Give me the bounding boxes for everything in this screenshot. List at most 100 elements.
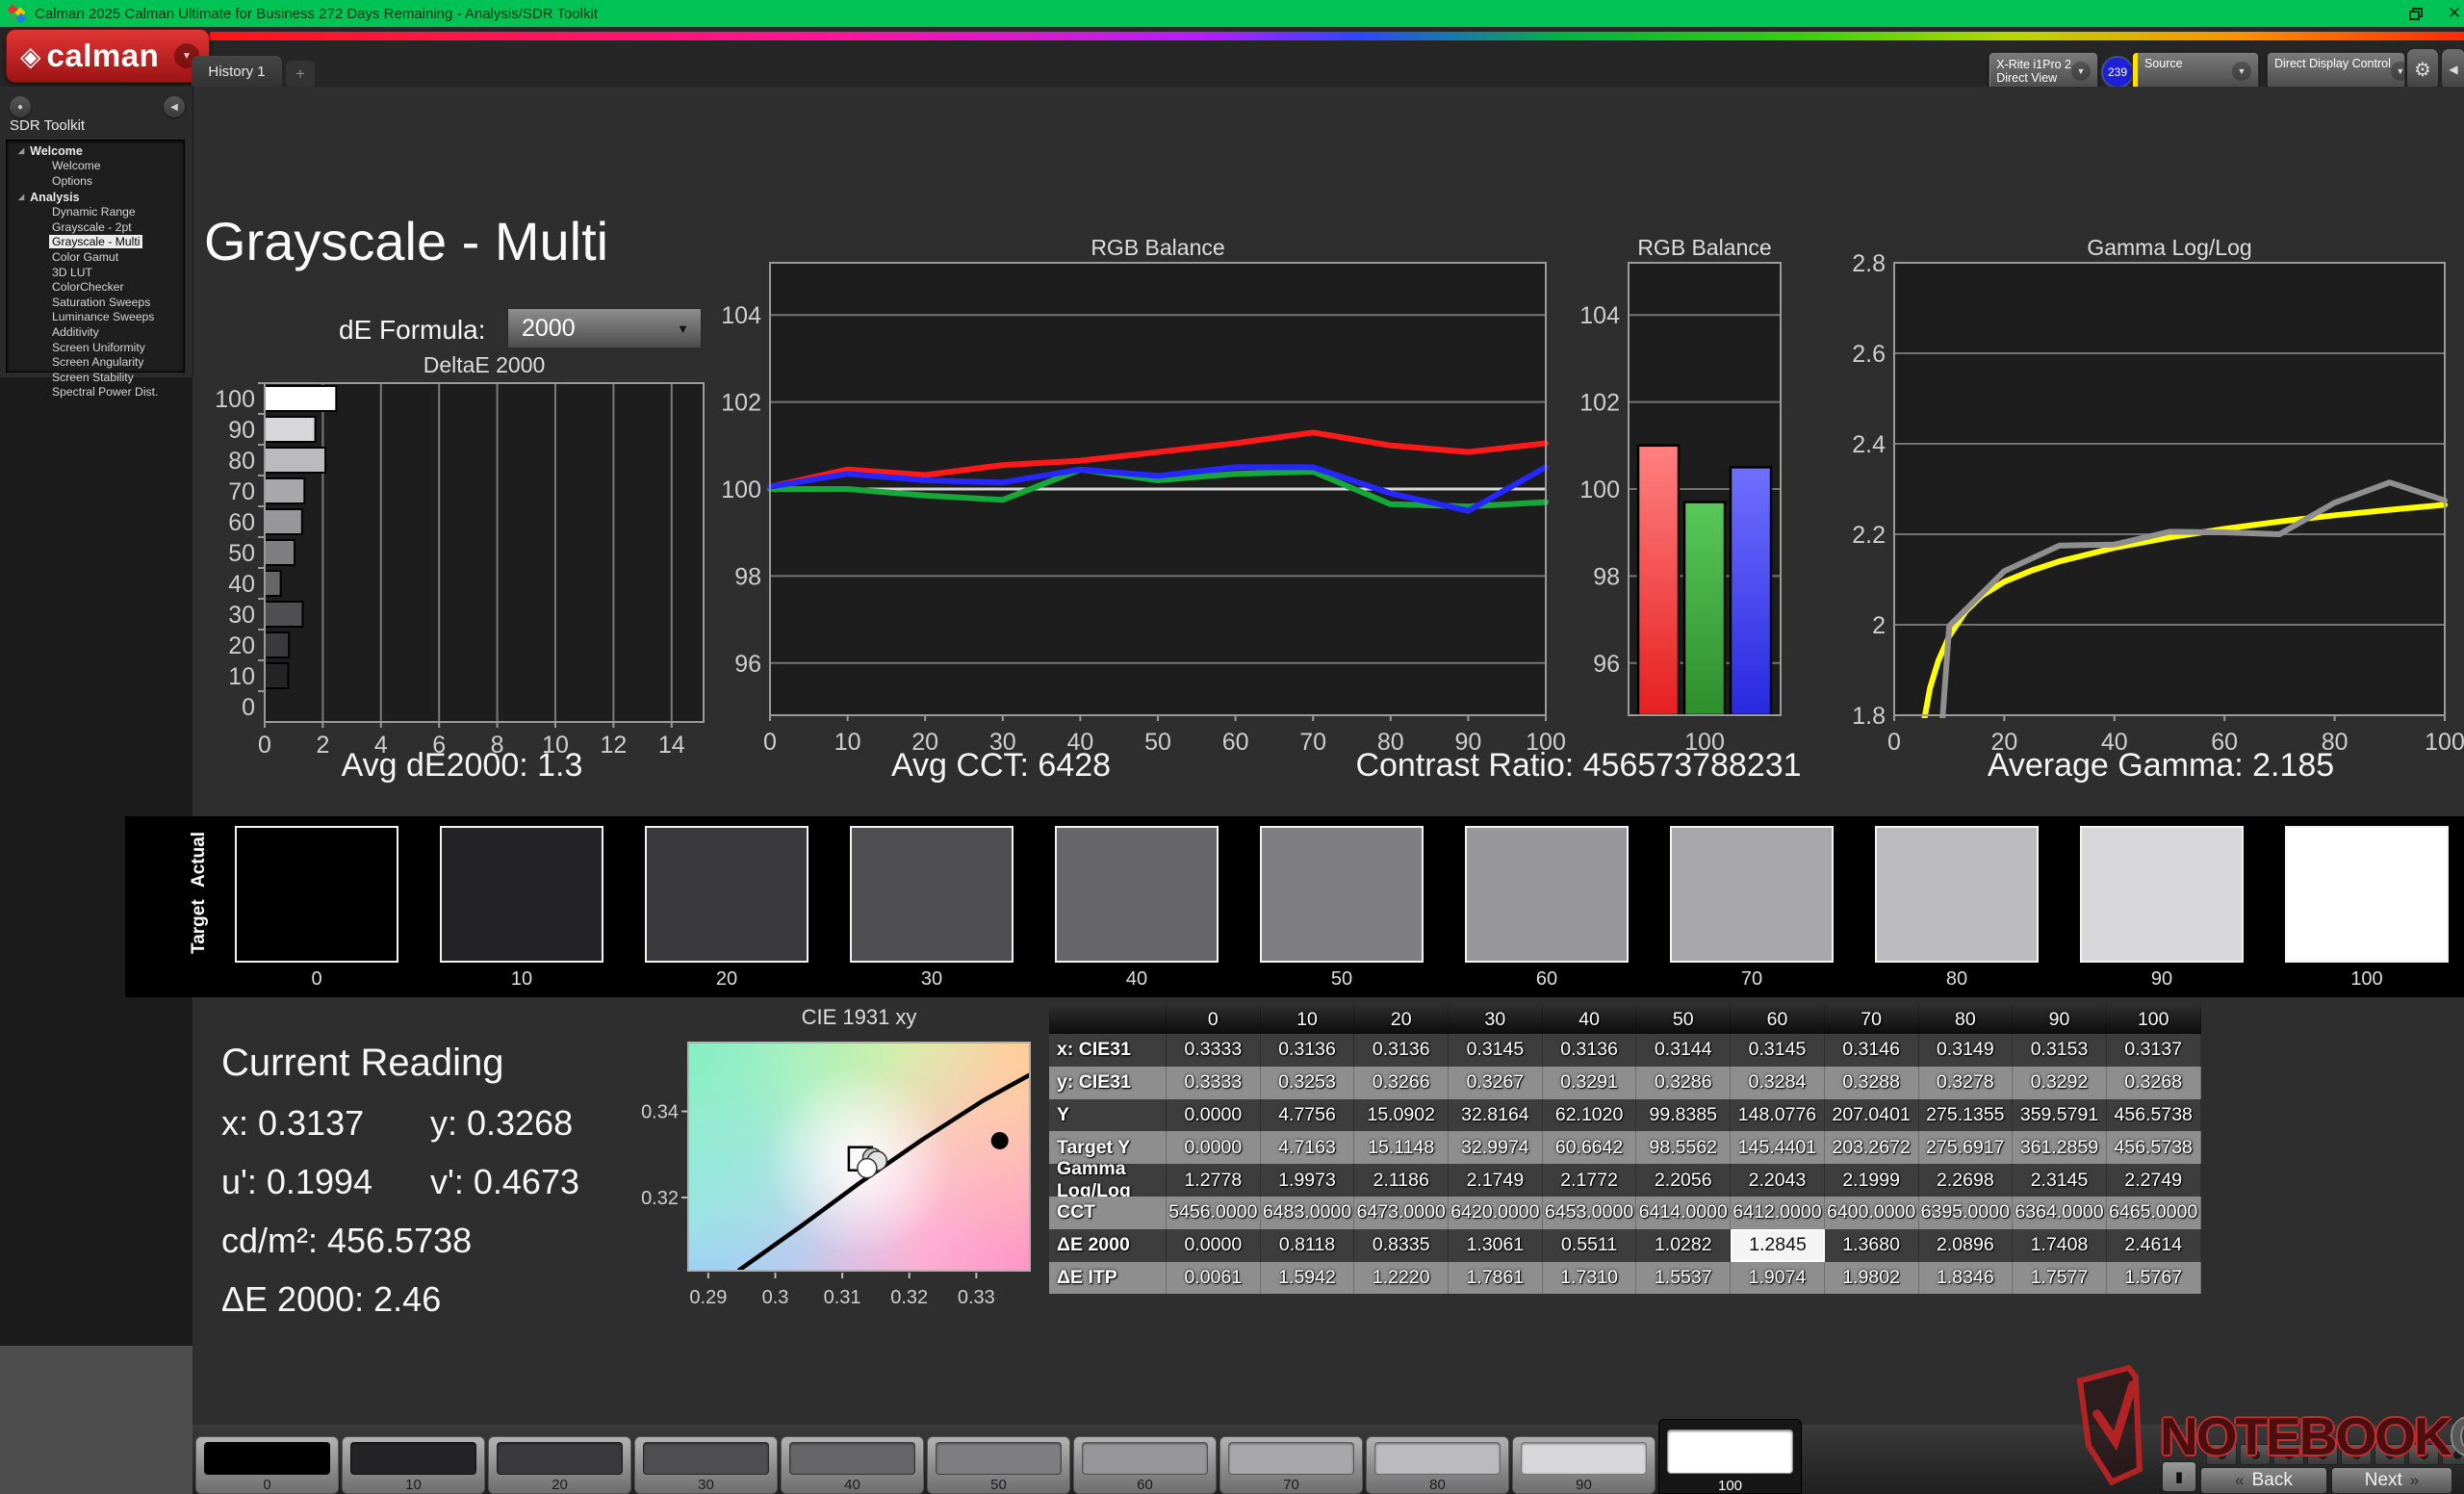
patch-swatch [1521,1442,1647,1475]
mini-button[interactable] [2307,1444,2338,1465]
tick-label: 102 [1579,390,1620,417]
source-dropdown[interactable]: Source ▼ [2132,52,2259,90]
close-window-button[interactable]: ✕ [2435,0,2464,27]
collapse-sidebar-button[interactable]: ◀ [164,96,185,117]
reading-value: u': 0.1994 [221,1162,372,1201]
grayscale-swatch [1055,826,1219,963]
table-row-label: CCT [1049,1197,1167,1229]
mini-knob-icon [2386,1451,2395,1459]
tree-item-label: Options [49,174,95,188]
next-button[interactable]: Next » [2331,1467,2452,1494]
mini-button[interactable] [2442,1444,2464,1465]
patch-button-0[interactable]: 0 [195,1436,339,1494]
tree-item-options[interactable]: Options [7,174,184,190]
patch-label: 70 [1220,1477,1362,1493]
patch-button-70[interactable]: 70 [1219,1436,1363,1494]
tick-label: 60 [228,509,255,536]
table-cell: 0.3333 [1167,1067,1261,1099]
patch-button-90[interactable]: 90 [1512,1436,1656,1494]
reading-line: cd/m²: 456.5738 [221,1221,683,1261]
mini-button[interactable] [2273,1444,2304,1465]
dot-icon: ● [17,102,23,113]
source-label: Source [2144,57,2183,70]
mini-button[interactable] [2206,1444,2237,1465]
tree-item-screen-angularity[interactable]: Screen Angularity [7,355,184,371]
table-cell: 0.3266 [1354,1067,1449,1099]
tree-section-label: Analysis [30,191,79,204]
patch-button-20[interactable]: 20 [488,1436,631,1494]
tree-item-colorchecker[interactable]: ColorChecker [7,280,184,296]
tick-label: 0.33 [958,1287,995,1308]
tab-history-1[interactable]: History 1 [192,56,282,87]
table-cell: 0.3291 [1543,1067,1637,1099]
table-cell: 1.2845 [1731,1229,1825,1262]
mini-knob-icon [2453,1451,2462,1459]
tree-item-saturation-sweeps[interactable]: Saturation Sweeps [7,296,184,311]
patch-button-30[interactable]: 30 [634,1436,778,1494]
swatch-cell-30: 30 [850,826,1014,991]
table-cell: 6420.0000 [1449,1197,1543,1229]
meter-label: X-Rite i1Pro 2Direct View [1996,58,2071,86]
de-formula-select[interactable]: 2000 ▼ [507,308,702,348]
tree-item-welcome[interactable]: Welcome [7,159,184,174]
tree-item-grayscale-multi[interactable]: Grayscale - Multi [7,235,184,250]
display-control-dropdown[interactable]: Direct Display Control ▼ [2267,52,2405,90]
new-tab-button[interactable]: + [286,61,315,87]
mini-button[interactable] [2408,1444,2439,1465]
tick-label: 100 [215,386,255,413]
tree-item-grayscale-2pt[interactable]: Grayscale - 2pt [7,220,184,236]
patch-button-80[interactable]: 80 [1366,1436,1509,1494]
table-cell: 0.0000 [1167,1229,1261,1262]
tree-section-analysis[interactable]: ◢Analysis [7,189,184,205]
patch-button-10[interactable]: 10 [342,1436,485,1494]
patch-label: 60 [1074,1477,1216,1493]
table-cell: 2.2043 [1731,1164,1825,1197]
settings-button[interactable]: ⚙ [2406,48,2439,90]
mini-button[interactable] [2240,1444,2271,1465]
patch-button-60[interactable]: 60 [1073,1436,1217,1494]
table-cell: 0.3146 [1825,1034,1919,1067]
calman-menu-button[interactable]: ◈ calman ▼ [6,29,210,83]
layout-dot-button[interactable]: ● [10,96,31,117]
grayscale-swatch [1670,826,1834,963]
tree-item-dynamic-range[interactable]: Dynamic Range [7,205,184,220]
table-cell: 203.2672 [1825,1131,1919,1164]
swatch-level-label: 50 [1260,968,1424,991]
tree-item-color-gamut[interactable]: Color Gamut [7,250,184,266]
swatch-cell-10: 10 [440,826,603,991]
restore-window-button[interactable] [2397,0,2435,27]
patch-button-40[interactable]: 40 [781,1436,924,1494]
patch-swatch [1374,1442,1501,1475]
page-title: Grayscale - Multi [204,210,608,272]
deltae-bar-chart: 024681012140102030405060708090100 [224,377,710,762]
table-cell: 6465.0000 [2107,1197,2201,1229]
tree-item-additivity[interactable]: Additivity [7,325,184,341]
table-cell: 2.4614 [2107,1229,2201,1262]
tree-item-luminance-sweeps[interactable]: Luminance Sweeps [7,310,184,325]
daylight-locus [738,1075,1030,1272]
swatch-cell-90: 90 [2080,826,2244,991]
back-button[interactable]: « Back [2200,1467,2327,1494]
meter-reading-badge[interactable]: 239 [2101,56,2134,89]
tree-item-label: Saturation Sweeps [49,296,153,309]
tree-item-spectral-power-dist-[interactable]: Spectral Power Dist. [7,385,184,400]
tick-label: 2.2 [1852,522,1886,549]
tree-item-screen-uniformity[interactable]: Screen Uniformity [7,341,184,356]
collapse-panel-button[interactable]: ◀ [2441,48,2464,90]
calman-window: Calman 2025 Calman Ultimate for Business… [0,0,2464,1494]
source-status-bar [2133,53,2138,90]
patch-button-50[interactable]: 50 [927,1436,1070,1494]
mini-button[interactable] [2374,1444,2405,1465]
tree-item-3d-lut[interactable]: 3D LUT [7,266,184,281]
stop-button[interactable]: ▮ [2162,1461,2196,1492]
tree-item-screen-stability[interactable]: Screen Stability [7,371,184,386]
tree-section-welcome[interactable]: ◢Welcome [7,142,184,159]
close-icon: ✕ [2448,4,2461,23]
stop-icon: ▮ [2175,1468,2183,1485]
meter-dropdown[interactable]: X-Rite i1Pro 2Direct View ▼ [1989,52,2098,90]
mini-button[interactable] [2341,1444,2372,1465]
patch-swatch [1082,1442,1208,1475]
patch-button-100[interactable]: 100 [1658,1419,1802,1494]
swatch-level-label: 90 [2080,968,2244,991]
mini-knob-icon [2218,1451,2226,1459]
